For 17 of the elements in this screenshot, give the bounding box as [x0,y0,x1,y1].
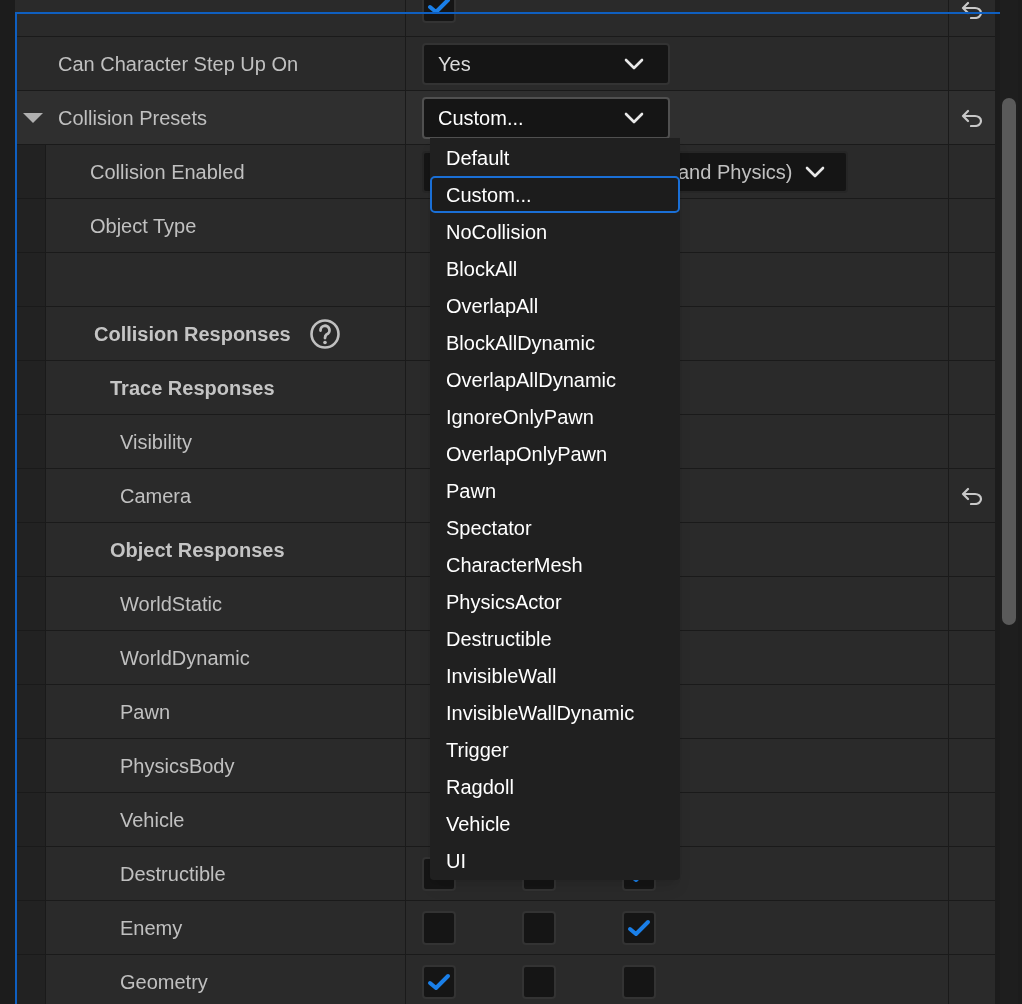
property-label: Can Character Step Up On [58,51,299,77]
category-label: Trace Responses [110,375,275,401]
category-label: Collision Responses [94,321,291,347]
property-label: Vehicle [120,807,185,833]
category-label: Object Responses [110,537,285,563]
property-label: Camera [120,483,192,509]
property-label: WorldStatic [120,591,222,617]
property-label: Pawn [120,699,171,725]
property-label: Collision Enabled [90,159,245,185]
property-label: Destructible [120,861,226,887]
property-label: Geometry [120,969,208,995]
property-label: Object Type [90,213,197,239]
property-label: Enemy [120,915,183,941]
property-label: Visibility [120,429,192,455]
property-label: WorldDynamic [120,645,250,671]
property-label: PhysicsBody [120,753,235,779]
property-label: Collision Presets [58,105,207,131]
